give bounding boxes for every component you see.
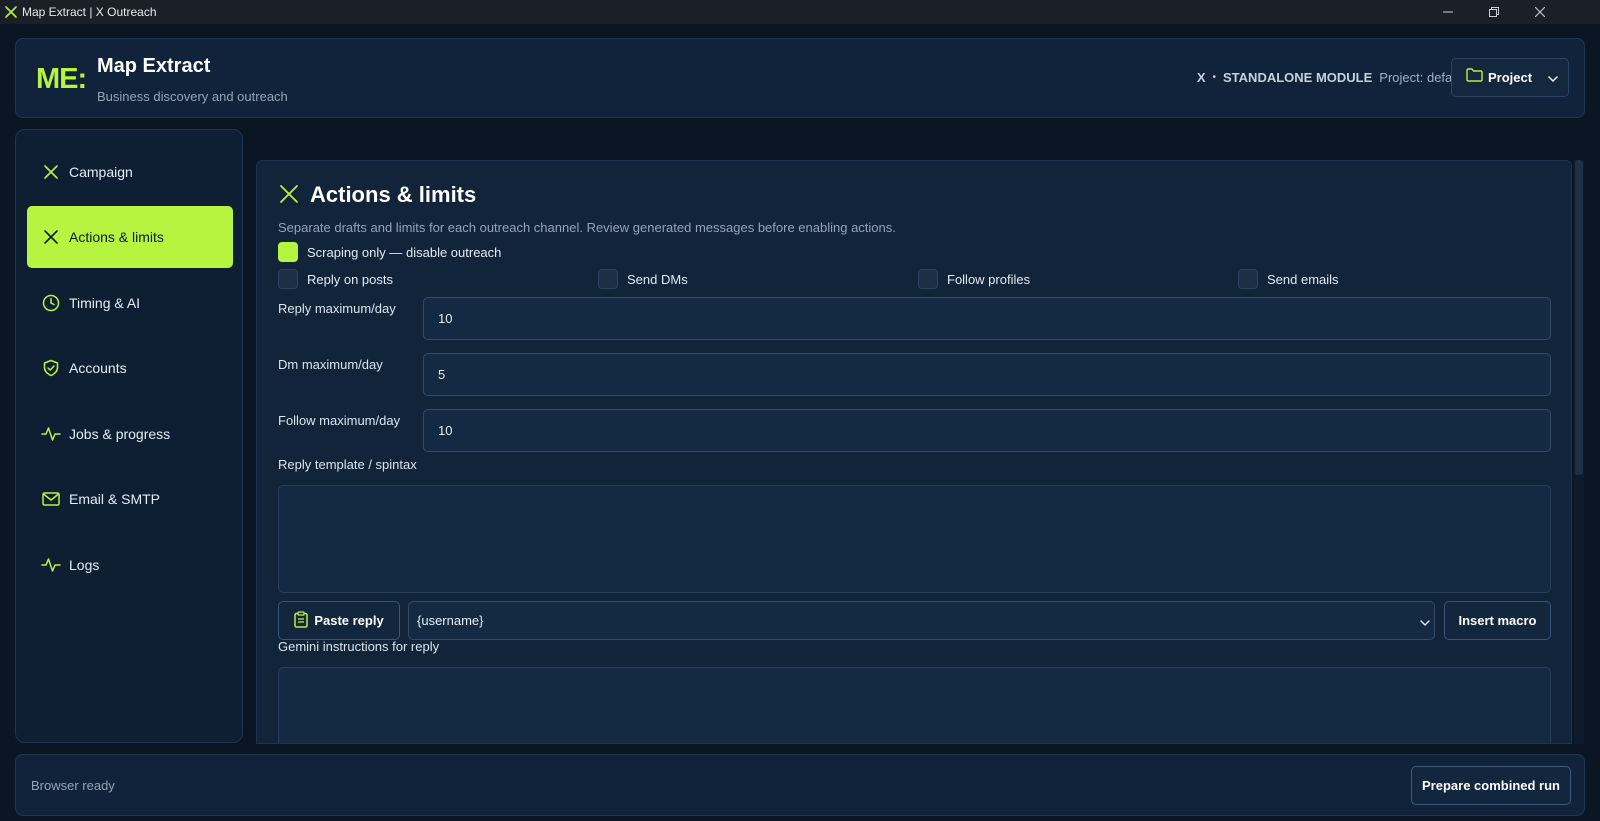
sidebar-item-actions-limits[interactable]: Actions & limits [27, 206, 233, 268]
window-titlebar: Map Extract | X Outreach [0, 0, 1600, 24]
sidebar-item-label: Logs [69, 557, 100, 573]
sidebar-nav: Campaign Actions & limits Timing & AI Ac… [15, 129, 243, 743]
sidebar-item-timing-ai[interactable]: Timing & AI [27, 272, 233, 334]
checkbox-label: Scraping only — disable outreach [307, 244, 502, 260]
project-button[interactable]: Project [1451, 58, 1569, 97]
standalone-module-label: STANDALONE MODULE [1223, 70, 1373, 85]
restore-icon[interactable] [1471, 0, 1517, 24]
gemini-instructions-textarea[interactable] [278, 667, 1551, 743]
activity-icon [41, 555, 61, 575]
x-icon [41, 227, 61, 247]
app-subtitle: Business discovery and outreach [97, 89, 288, 104]
sidebar-item-label: Timing & AI [69, 295, 141, 311]
checkbox-box[interactable] [278, 242, 298, 262]
sidebar-item-accounts[interactable]: Accounts [27, 337, 233, 399]
module-x-label: X [1196, 70, 1206, 85]
project-button-label: Project [1488, 70, 1533, 85]
checkbox-label: Send emails [1267, 271, 1339, 287]
actions-limits-panel: Actions & limits Separate drafts and lim… [256, 160, 1572, 744]
checkbox-label: Send DMs [627, 271, 688, 287]
sidebar-item-jobs-progress[interactable]: Jobs & progress [27, 403, 233, 465]
checkbox-box[interactable] [918, 269, 938, 289]
chevron-down-icon [1548, 69, 1558, 87]
clock-icon [41, 293, 61, 313]
activity-icon [41, 424, 61, 444]
reply-template-label: Reply template / spintax [278, 457, 417, 472]
reply-max-label: Reply maximum/day [278, 301, 396, 316]
sidebar-item-label: Jobs & progress [69, 426, 171, 442]
section-title: Actions & limits [310, 182, 477, 207]
send-dms-checkbox[interactable]: Send DMs [598, 269, 688, 289]
app-header: ME: Map Extract Business discovery and o… [15, 38, 1585, 118]
follow-max-label: Follow maximum/day [278, 413, 401, 428]
reply-max-input[interactable] [423, 297, 1551, 340]
send-emails-checkbox[interactable]: Send emails [1238, 269, 1339, 289]
macro-select-value: {username} [417, 613, 484, 628]
dm-max-input[interactable] [423, 353, 1551, 396]
window-title: Map Extract | X Outreach [22, 5, 157, 19]
checkbox-box[interactable] [1238, 269, 1258, 289]
scraping-only-checkbox[interactable]: Scraping only — disable outreach [278, 242, 501, 262]
reply-template-textarea[interactable] [278, 485, 1551, 593]
scrollbar-thumb[interactable] [1575, 160, 1583, 475]
separator-dot: • [1212, 72, 1217, 83]
dm-max-label: Dm maximum/day [278, 357, 383, 372]
app-logo: ME: [36, 63, 87, 95]
module-info: X • STANDALONE MODULE Project: default [1197, 70, 1466, 85]
minimize-icon[interactable] [1425, 0, 1471, 24]
sidebar-item-email-smtp[interactable]: Email & SMTP [27, 468, 233, 530]
sidebar-item-campaign[interactable]: Campaign [27, 141, 233, 203]
mail-icon [41, 489, 61, 509]
sidebar-item-label: Actions & limits [69, 229, 164, 245]
checkbox-label: Follow profiles [947, 271, 1031, 287]
app-title: Map Extract [97, 55, 211, 77]
shield-check-icon [41, 358, 61, 378]
status-text: Browser ready [31, 778, 115, 793]
chevron-down-icon [1420, 614, 1430, 629]
sidebar-item-label: Campaign [69, 164, 133, 180]
clipboard-icon [294, 610, 309, 631]
checkbox-box[interactable] [278, 269, 298, 289]
close-icon[interactable] [1517, 0, 1563, 24]
app-x-icon [0, 0, 22, 24]
paste-reply-button[interactable]: Paste reply [278, 601, 400, 640]
gemini-instructions-label: Gemini instructions for reply [278, 639, 440, 654]
insert-macro-label: Insert macro [1458, 613, 1537, 628]
sidebar-item-logs[interactable]: Logs [27, 534, 233, 596]
x-icon [278, 183, 300, 210]
macro-select[interactable]: {username} [408, 601, 1435, 640]
sidebar-item-label: Email & SMTP [69, 491, 161, 507]
x-icon [41, 162, 61, 182]
paste-reply-label: Paste reply [314, 613, 384, 628]
sidebar-item-label: Accounts [69, 360, 127, 376]
status-footer: Browser ready Prepare combined run [15, 754, 1585, 816]
insert-macro-button[interactable]: Insert macro [1444, 601, 1551, 640]
follow-profiles-checkbox[interactable]: Follow profiles [918, 269, 1030, 289]
folder-icon [1466, 68, 1483, 87]
checkbox-label: Reply on posts [307, 271, 393, 287]
section-description: Separate drafts and limits for each outr… [278, 220, 896, 235]
prepare-combined-run-button[interactable]: Prepare combined run [1411, 766, 1571, 805]
follow-max-input[interactable] [423, 409, 1551, 452]
reply-on-posts-checkbox[interactable]: Reply on posts [278, 269, 393, 289]
checkbox-box[interactable] [598, 269, 618, 289]
